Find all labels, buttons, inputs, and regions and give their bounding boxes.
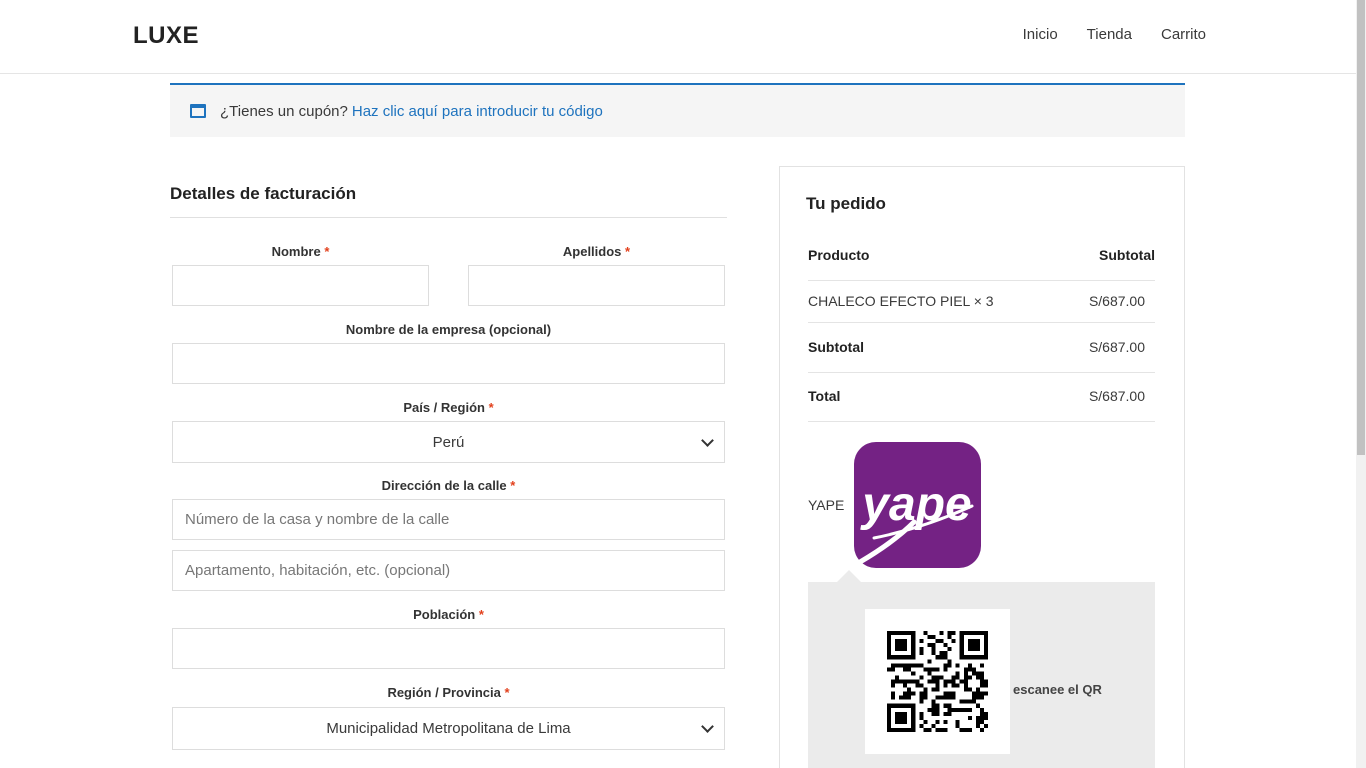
col-subtotal-header: Subtotal [1099,247,1155,263]
pais-label-text: País / Región [403,400,485,415]
billing-title: Detalles de facturación [170,184,357,203]
site-logo[interactable]: LUXE [133,22,199,50]
qr-instruction: escanee el QR [1013,682,1102,697]
payment-box-arrow [837,570,861,582]
subtotal-row: Subtotal S/687.00 [808,338,1155,356]
item-qty-text: × 3 [973,293,994,309]
pais-label: País / Región * [172,400,725,415]
main-nav: Inicio Tienda Carrito [1023,26,1206,43]
nav-tienda[interactable]: Tienda [1087,26,1132,43]
total-label: Total [808,388,841,404]
order-item-row: CHALECO EFECTO PIEL × 3 S/687.00 [808,292,1155,310]
direccion-field[interactable]: Número de la casa y nombre de la calle [172,499,725,540]
scrollbar-thumb[interactable] [1357,0,1365,455]
order-item-price: S/687.00 [1088,293,1145,309]
order-item-name: CHALECO EFECTO PIEL × 3 [808,293,994,309]
billing-divider [170,217,727,218]
apellidos-label: Apellidos * [468,244,725,259]
required-mark: * [324,244,330,259]
poblacion-label-text: Población [413,607,476,622]
subtotal-label: Subtotal [808,339,864,355]
coupon-text: ¿Tienes un cupón? [220,102,348,120]
region-label: Región / Provincia * [172,685,725,700]
order-table-header: Producto Subtotal [808,246,1155,264]
apellidos-label-text: Apellidos [562,244,622,259]
chevron-down-icon [701,720,714,733]
required-mark: * [504,685,510,700]
required-mark: * [488,400,494,415]
order-title: Tu pedido [806,194,886,213]
site-header: LUXE Inicio Tienda Carrito [0,0,1356,74]
nav-inicio[interactable]: Inicio [1023,26,1058,43]
apartamento-field[interactable]: Apartamento, habitación, etc. (opcional) [172,550,725,591]
coupon-notice: ¿Tienes un cupón? Haz clic aquí para int… [170,83,1185,137]
yape-logo: yape [854,442,981,568]
subtotal-value: S/687.00 [1088,339,1145,355]
order-divider [808,280,1155,281]
order-divider [808,322,1155,323]
nombre-field[interactable] [172,265,429,306]
empresa-field[interactable] [172,343,725,384]
apellidos-field[interactable] [468,265,725,306]
direccion-placeholder: Número de la casa y nombre de la calle [185,511,450,528]
region-selected-value: Municipalidad Metropolitana de Lima [326,720,571,737]
required-mark: * [510,478,516,493]
pais-selected-value: Perú [432,433,465,451]
coupon-link[interactable]: Haz clic aquí para introducir tu código [352,103,603,120]
direccion-label: Dirección de la calle * [172,478,725,493]
calendar-icon [190,104,206,118]
col-product-header: Producto [808,247,870,263]
nav-carrito[interactable]: Carrito [1161,26,1206,43]
nombre-label: Nombre * [172,244,429,259]
chevron-down-icon [701,434,714,447]
qr-code-icon [887,631,988,732]
required-mark: * [478,607,484,622]
region-label-text: Región / Provincia [387,685,501,700]
direccion-label-text: Dirección de la calle [381,478,507,493]
required-mark: * [625,244,631,259]
total-value: S/687.00 [1088,388,1145,404]
payment-method-label[interactable]: YAPE [808,497,844,513]
nombre-label-text: Nombre [271,244,321,259]
order-divider [808,421,1155,422]
apartamento-placeholder: Apartamento, habitación, etc. (opcional) [185,562,451,579]
region-select[interactable]: Municipalidad Metropolitana de Lima [172,707,725,750]
page-scrollbar[interactable] [1356,0,1366,768]
poblacion-label: Población * [172,607,725,622]
empresa-label: Nombre de la empresa (opcional) [345,322,552,337]
total-row: Total S/687.00 [808,387,1155,405]
yape-logo-text: yape [860,478,971,531]
poblacion-field[interactable] [172,628,725,669]
item-name-text: CHALECO EFECTO PIEL [808,293,970,309]
order-divider [808,372,1155,373]
pais-select[interactable]: Perú [172,421,725,463]
